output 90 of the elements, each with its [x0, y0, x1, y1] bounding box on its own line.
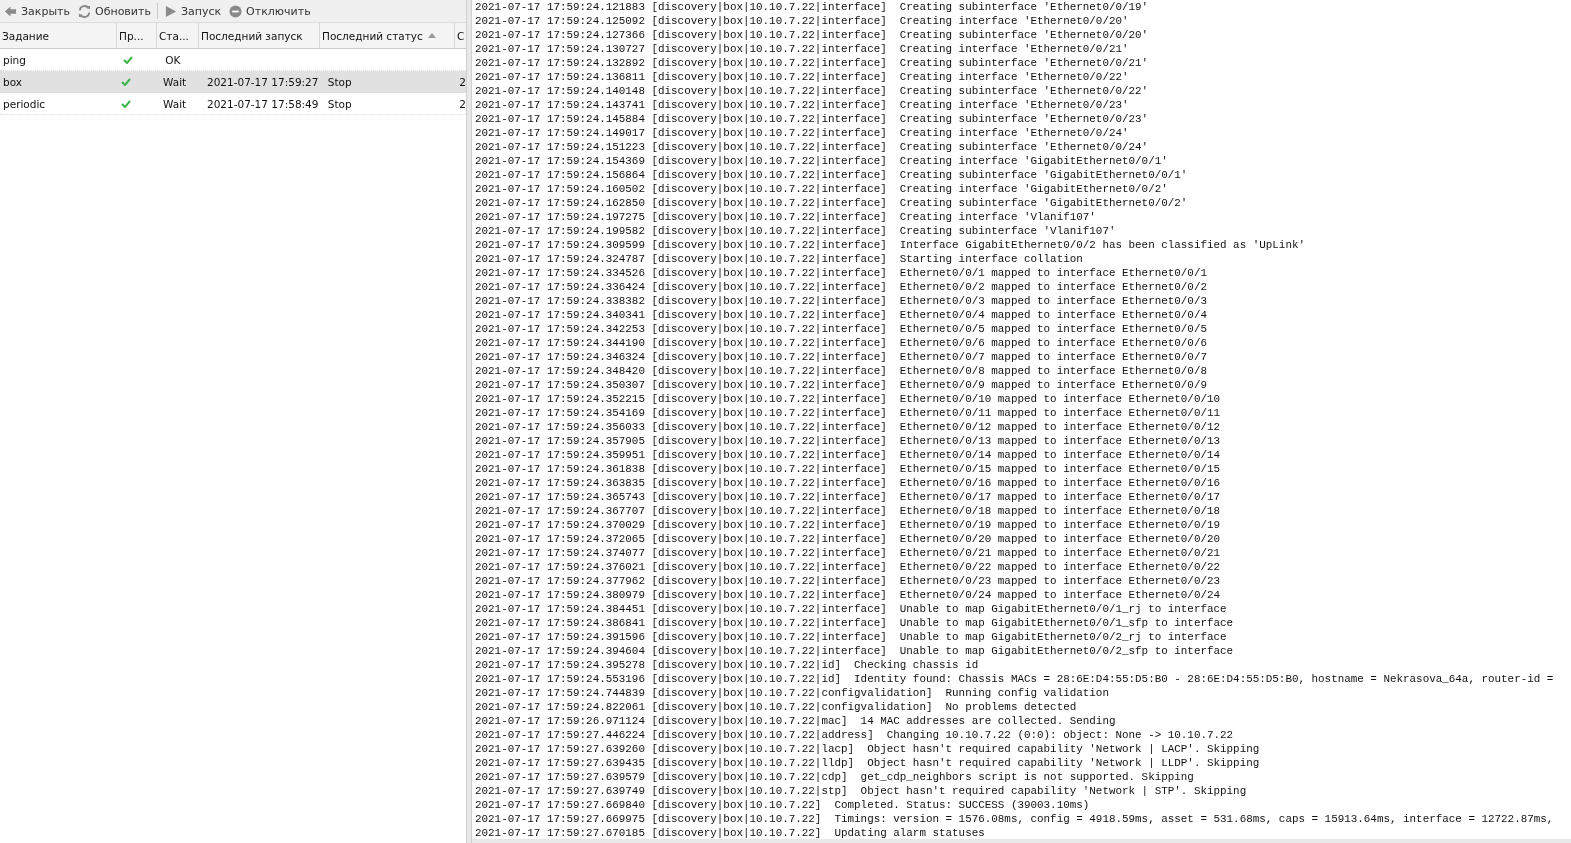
- log-line: 2021-07-17 17:59:27.670185 [discovery|box|10.10.7.22] Updating alarm statuses: [475, 826, 985, 839]
- log-line: 2021-07-17 17:59:24.365743 [discovery|box|10.10.7.22|interface] Ethernet0/0/17 mapped to interface Ethernet0/0/17: [475, 490, 1221, 504]
- table-cell: Wait: [163, 75, 187, 88]
- log-line: 2021-07-17 17:59:24.553196 [discovery|box|10.10.7.22|id] Identity found: Chassis MACs = 28:6E:D4:55:D5:B0 - 28:6E:D4:55:D5:B0, hostname = Nekrasova_64a, router-id =: [475, 672, 1554, 686]
- table-cell: Stop: [327, 97, 352, 110]
- table-cell: 2021-07-17 17:58:49: [206, 97, 319, 110]
- log-line: 2021-07-17 17:59:24.145884 [discovery|box|10.10.7.22|interface] Creating subinterface 'Ethernet0/0/23': [475, 112, 1149, 126]
- log-line: 2021-07-17 17:59:27.639435 [discovery|box|10.10.7.22|lldp] Object hasn't required capability 'Network | LLDP'. Skipping: [475, 756, 1260, 770]
- pane-splitter[interactable]: [466, 0, 472, 843]
- column-header[interactable]: Последний запуск: [199, 23, 320, 48]
- log-line: 2021-07-17 17:59:24.370029 [discovery|box|10.10.7.22|interface] Ethernet0/0/19 mapped to interface Ethernet0/0/19: [475, 518, 1221, 532]
- log-line: 2021-07-17 17:59:24.149017 [discovery|box|10.10.7.22|interface] Creating interface 'Ethernet0/0/24': [475, 126, 1129, 140]
- table-row[interactable]: periodic Wait 2021-07-17 17:58:49 Stop 2: [0, 93, 466, 115]
- log-line: 2021-07-17 17:59:24.342253 [discovery|box|10.10.7.22|interface] Ethernet0/0/5 mapped to interface Ethernet0/0/5: [475, 322, 1207, 336]
- log-line: 2021-07-17 17:59:24.156864 [discovery|box|10.10.7.22|interface] Creating subinterface 'GigabitEthernet0/0/1': [475, 168, 1188, 182]
- log-line: 2021-07-17 17:59:24.125092 [discovery|box|10.10.7.22|interface] Creating interface 'Ethernet0/0/20': [475, 14, 1129, 28]
- play-icon: [163, 4, 177, 18]
- log-line: 2021-07-17 17:59:24.394604 [discovery|box|10.10.7.22|interface] Unable to map GigabitEthernet0/0/2_sfp to interface: [475, 644, 1234, 658]
- log-line: 2021-07-17 17:59:24.136811 [discovery|box|10.10.7.22|interface] Creating interface 'Ethernet0/0/22': [475, 70, 1129, 84]
- refresh-icon: [78, 4, 91, 18]
- toolbar-button[interactable]: Отключить: [227, 2, 317, 20]
- table-cell: ping: [3, 53, 26, 66]
- table-cell: Wait: [163, 97, 187, 110]
- log-line: 2021-07-17 17:59:24.361838 [discovery|box|10.10.7.22|interface] Ethernet0/0/15 mapped to interface Ethernet0/0/15: [475, 462, 1221, 476]
- log-line: 2021-07-17 17:59:24.357905 [discovery|box|10.10.7.22|interface] Ethernet0/0/13 mapped to interface Ethernet0/0/13: [475, 434, 1221, 448]
- log-line: 2021-07-17 17:59:27.669840 [discovery|box|10.10.7.22] Completed. Status: SUCCESS (39003.10ms): [475, 798, 1090, 812]
- log-line: 2021-07-17 17:59:24.374077 [discovery|box|10.10.7.22|interface] Ethernet0/0/21 mapped to interface Ethernet0/0/21: [475, 546, 1221, 560]
- log-line: 2021-07-17 17:59:24.143741 [discovery|box|10.10.7.22|interface] Creating interface 'Ethernet0/0/23': [475, 98, 1129, 112]
- log-line: 2021-07-17 17:59:24.356033 [discovery|box|10.10.7.22|interface] Ethernet0/0/12 mapped to interface Ethernet0/0/12: [475, 420, 1221, 434]
- log-line: 2021-07-17 17:59:24.132892 [discovery|box|10.10.7.22|interface] Creating subinterface 'Ethernet0/0/21': [475, 56, 1149, 70]
- log-line: 2021-07-17 17:59:24.352215 [discovery|box|10.10.7.22|interface] Ethernet0/0/10 mapped to interface Ethernet0/0/10: [475, 392, 1221, 406]
- column-header[interactable]: Пр...: [117, 23, 157, 48]
- log-line: 2021-07-17 17:59:24.376021 [discovery|box|10.10.7.22|interface] Ethernet0/0/22 mapped to interface Ethernet0/0/22: [475, 560, 1221, 574]
- log-line: 2021-07-17 17:59:24.334526 [discovery|box|10.10.7.22|interface] Ethernet0/0/1 mapped to interface Ethernet0/0/1: [475, 266, 1207, 280]
- log-line: 2021-07-17 17:59:24.380979 [discovery|box|10.10.7.22|interface] Ethernet0/0/24 mapped to interface Ethernet0/0/24: [475, 588, 1221, 602]
- log-line: 2021-07-17 17:59:27.639579 [discovery|box|10.10.7.22|cdp] get_cdp_neighbors script is not supported. Skipping: [475, 770, 1194, 784]
- log-line: 2021-07-17 17:59:24.372065 [discovery|box|10.10.7.22|interface] Ethernet0/0/20 mapped to interface Ethernet0/0/20: [475, 532, 1221, 546]
- log-line: 2021-07-17 17:59:24.344190 [discovery|box|10.10.7.22|interface] Ethernet0/0/6 mapped to interface Ethernet0/0/6: [475, 336, 1207, 350]
- log-line: 2021-07-17 17:59:24.338382 [discovery|box|10.10.7.22|interface] Ethernet0/0/3 mapped to interface Ethernet0/0/3: [475, 294, 1207, 308]
- table-cell: OK: [165, 53, 181, 66]
- column-header[interactable]: Задание: [0, 23, 117, 48]
- log-line: 2021-07-17 17:59:24.348420 [discovery|box|10.10.7.22|interface] Ethernet0/0/8 mapped to interface Ethernet0/0/8: [475, 364, 1207, 378]
- log-line: 2021-07-17 17:59:24.127366 [discovery|box|10.10.7.22|interface] Creating subinterface 'Ethernet0/0/20': [475, 28, 1149, 42]
- log-line: 2021-07-17 17:59:24.309599 [discovery|box|10.10.7.22|interface] Interface GigabitEthernet0/0/2 has been classified as 'UpLink': [475, 238, 1305, 252]
- log-line: 2021-07-17 17:59:24.354169 [discovery|box|10.10.7.22|interface] Ethernet0/0/11 mapped to interface Ethernet0/0/11: [475, 406, 1221, 420]
- log-line: 2021-07-17 17:59:24.197275 [discovery|box|10.10.7.22|interface] Creating interface 'Vlanif107': [475, 210, 1096, 224]
- table-cell: box: [3, 75, 22, 88]
- minus-circle-icon: [229, 4, 243, 18]
- toolbar-button[interactable]: Запуск: [161, 2, 228, 20]
- table-row[interactable]: box Wait 2021-07-17 17:59:27 Stop 2: [0, 71, 466, 93]
- log-line: 2021-07-17 17:59:24.744839 [discovery|box|10.10.7.22|configvalidation] Running config validation: [475, 686, 1109, 700]
- log-line: 2021-07-17 17:59:24.386841 [discovery|box|10.10.7.22|interface] Unable to map GigabitEthernet0/0/1_sfp to interface: [475, 616, 1234, 630]
- sort-ascending-icon: [427, 33, 436, 38]
- column-header[interactable]: Ста...: [157, 23, 199, 48]
- log-line: 2021-07-17 17:59:24.346324 [discovery|box|10.10.7.22|interface] Ethernet0/0/7 mapped to interface Ethernet0/0/7: [475, 350, 1207, 364]
- column-header[interactable]: С: [455, 23, 466, 48]
- log-line: 2021-07-17 17:59:24.350307 [discovery|box|10.10.7.22|interface] Ethernet0/0/9 mapped to interface Ethernet0/0/9: [475, 378, 1207, 392]
- log-line: 2021-07-17 17:59:27.639749 [discovery|box|10.10.7.22|stp] Object hasn't required capability 'Network | STP'. Skipping: [475, 784, 1247, 798]
- log-line: 2021-07-17 17:59:24.154369 [discovery|box|10.10.7.22|interface] Creating interface 'GigabitEthernet0/0/1': [475, 154, 1168, 168]
- column-header[interactable]: Последний статус: [320, 23, 455, 48]
- log-line: 2021-07-17 17:59:24.822061 [discovery|box|10.10.7.22|configvalidation] No problems detected: [475, 700, 1077, 714]
- toolbar-button[interactable]: Обновить: [76, 2, 157, 20]
- log-line: 2021-07-17 17:59:27.639260 [discovery|box|10.10.7.22|lacp] Object hasn't required capability 'Network | LACP'. Skipping: [475, 742, 1260, 756]
- log-line: 2021-07-17 17:59:26.971124 [discovery|box|10.10.7.22|mac] 14 MAC addresses are collected. Sending: [475, 714, 1116, 728]
- log-line: 2021-07-17 17:59:24.160502 [discovery|box|10.10.7.22|interface] Creating interface 'GigabitEthernet0/0/2': [475, 182, 1168, 196]
- log-line: 2021-07-17 17:59:24.384451 [discovery|box|10.10.7.22|interface] Unable to map GigabitEthernet0/0/1_rj to interface: [475, 602, 1227, 616]
- log-line: 2021-07-17 17:59:24.377962 [discovery|box|10.10.7.22|interface] Ethernet0/0/23 mapped to interface Ethernet0/0/23: [475, 574, 1221, 588]
- table-cell: 2: [459, 75, 466, 88]
- table-cell: periodic: [3, 97, 46, 110]
- log-line: 2021-07-17 17:59:24.151223 [discovery|box|10.10.7.22|interface] Creating subinterface 'Ethernet0/0/24': [475, 140, 1149, 154]
- log-line: 2021-07-17 17:59:27.669975 [discovery|box|10.10.7.22] Timings: version = 1576.08ms, config = 4918.59ms, asset = 531.68ms, caps = 15913.64ms, interface = 12722.87ms,: [475, 812, 1554, 826]
- log-line: 2021-07-17 17:59:24.130727 [discovery|box|10.10.7.22|interface] Creating interface 'Ethernet0/0/21': [475, 42, 1129, 56]
- log-line: 2021-07-17 17:59:24.121883 [discovery|box|10.10.7.22|interface] Creating subinterface 'Ethernet0/0/19': [475, 0, 1149, 14]
- table-cell: 2: [459, 97, 466, 110]
- log-line: 2021-07-17 17:59:24.340341 [discovery|box|10.10.7.22|interface] Ethernet0/0/4 mapped to interface Ethernet0/0/4: [475, 308, 1207, 322]
- toolbar-button[interactable]: Закрыть: [2, 2, 76, 20]
- log-line: 2021-07-17 17:59:24.359951 [discovery|box|10.10.7.22|interface] Ethernet0/0/14 mapped to interface Ethernet0/0/14: [475, 448, 1221, 462]
- log-line: 2021-07-17 17:59:24.367707 [discovery|box|10.10.7.22|interface] Ethernet0/0/18 mapped to interface Ethernet0/0/18: [475, 504, 1221, 518]
- back-arrow-icon: [4, 4, 17, 18]
- log-line: 2021-07-17 17:59:24.324787 [discovery|box|10.10.7.22|interface] Starting interface collation: [475, 252, 1083, 266]
- log-line: 2021-07-17 17:59:24.391596 [discovery|box|10.10.7.22|interface] Unable to map GigabitEthernet0/0/2_rj to interface: [475, 630, 1227, 644]
- log-line: 2021-07-17 17:59:24.199582 [discovery|box|10.10.7.22|interface] Creating subinterface 'Vlanif107': [475, 224, 1116, 238]
- table-cell: Stop: [327, 75, 352, 88]
- log-line: 2021-07-17 17:59:27.446224 [discovery|box|10.10.7.22|address] Changing 10.10.7.22 (0:0): object: None -> 10.10.7.22: [475, 728, 1234, 742]
- log-line: 2021-07-17 17:59:24.140148 [discovery|box|10.10.7.22|interface] Creating subinterface 'Ethernet0/0/22': [475, 84, 1149, 98]
- log-line: 2021-07-17 17:59:24.336424 [discovery|box|10.10.7.22|interface] Ethernet0/0/2 mapped to interface Ethernet0/0/2: [475, 280, 1207, 294]
- log-line: 2021-07-17 17:59:24.162850 [discovery|box|10.10.7.22|interface] Creating subinterface 'GigabitEthernet0/0/2': [475, 196, 1188, 210]
- log-line: 2021-07-17 17:59:24.395278 [discovery|box|10.10.7.22|id] Checking chassis id: [475, 658, 979, 672]
- table-cell: 2021-07-17 17:59:27: [206, 75, 319, 88]
- log-line: 2021-07-17 17:59:24.363835 [discovery|box|10.10.7.22|interface] Ethernet0/0/16 mapped to interface Ethernet0/0/16: [475, 476, 1221, 490]
